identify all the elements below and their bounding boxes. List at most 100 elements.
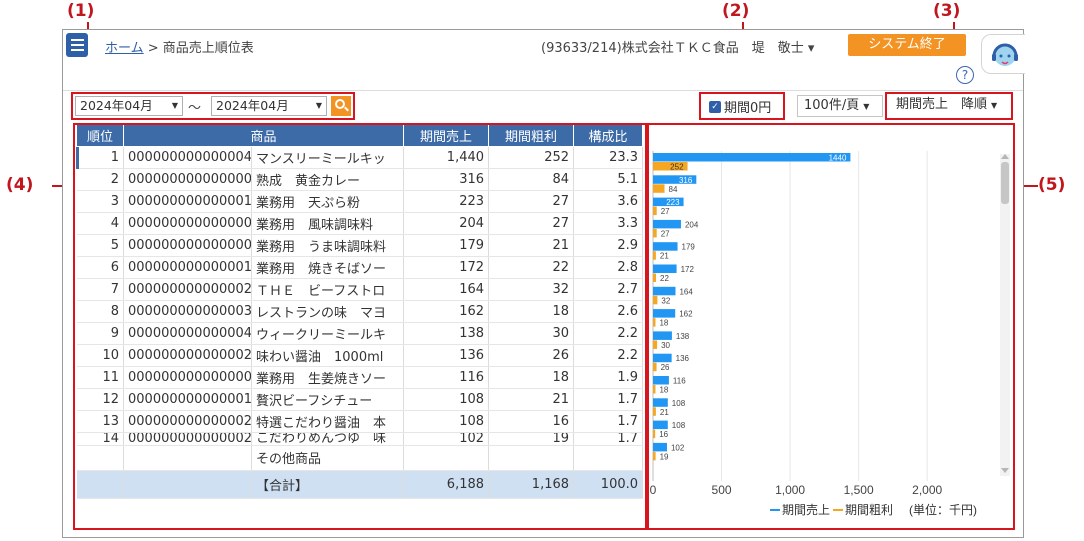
cell-profit: 27 [488,212,575,235]
chevron-down-icon: ▼ [315,101,322,110]
cell-rank: 2 [76,168,124,191]
date-to-value: 2024年04月 [216,98,289,113]
cell-profit: 19 [488,432,575,446]
sales-bar [653,264,677,273]
search-icon-handle [344,106,349,112]
cell-sales: 108 [403,388,490,411]
table-row[interactable]: 6 0000000000000010 業務用 焼きそばソー 172 22 2.8 [76,256,644,279]
cell-ratio: 1.7 [573,410,644,433]
table-body: 1 0000000000000044 マンスリーミールキッ 1,440 252 23.3 … [76,146,644,499]
table-row[interactable]: 2 0000000000000001 熟成 黄金カレー 316 84 5.1 [76,168,644,191]
cell-name: 業務用 生姜焼きソー [251,366,405,389]
cell-empty [76,445,124,471]
sales-data-label: 164 [679,287,693,296]
table-row[interactable]: 7 0000000000000020 ＴＨＥ ビーフストロ 164 32 2.7 [76,278,644,301]
cell-name: ＴＨＥ ビーフストロ [251,278,405,301]
cell-code: 0000000000000043 [123,322,252,345]
cell-rank: 10 [76,344,124,367]
sales-bar [653,398,668,407]
search-button[interactable] [331,96,351,116]
sales-data-label: 108 [672,421,686,430]
cell-ratio: 2.9 [573,234,644,257]
table-row[interactable]: 11 0000000000000009 業務用 生姜焼きソー 116 18 1.9 [76,366,644,389]
cell-profit: 30 [488,322,575,345]
callout-3: (3) [933,1,961,21]
cell-profit: 16 [488,410,575,433]
cell-rank: 9 [76,322,124,345]
sort-order-select[interactable]: 期間売上 降順 ▼ [892,95,1010,117]
cell-profit: 252 [488,146,575,169]
cell-name: マンスリーミールキッ [251,146,405,169]
callout-1: (1) [67,1,95,21]
other-products-row: その他商品 [76,445,644,471]
sales-data-label: 138 [676,332,690,341]
cell-profit: 21 [488,234,575,257]
cell-code: 0000000000000020 [123,278,252,301]
checkbox-checked-icon[interactable]: ✓ [709,100,721,113]
user-info-dropdown[interactable]: (93633/214)株式会社ＴＫＣ食品 堤 敬士 ▾ [541,37,814,56]
cell-sales: 316 [403,168,490,191]
chart-scrollbar-thumb[interactable] [1001,162,1009,204]
profit-data-label: 21 [660,252,669,261]
cell-code: 0000000000000028 [123,410,252,433]
cell-profit: 26 [488,344,575,367]
cell-rank: 5 [76,234,124,257]
header-product[interactable]: 商品 [122,125,405,147]
other-products-label: その他商品 [251,445,405,471]
profit-bar [653,184,665,193]
breadcrumb-home-link[interactable]: ホーム [105,41,144,56]
table-row[interactable]: 1 0000000000000044 マンスリーミールキッ 1,440 252 23.3 [76,146,644,169]
scroll-up-arrow-icon[interactable] [1000,152,1010,160]
sales-bar [653,353,672,363]
cell-rank: 13 [76,410,124,433]
table-row[interactable]: 10 0000000000000026 味わい醤油 1000ml 136 26 2.2 [76,344,644,367]
hamburger-menu-icon[interactable] [66,33,88,57]
table-row[interactable]: 8 0000000000000037 レストランの味 マヨ 162 18 2.6 [76,300,644,323]
profit-data-label: 30 [661,341,670,350]
date-from-select[interactable]: 2024年04月 ▼ [75,96,183,116]
cell-empty [403,445,490,471]
assistant-headset-icon [992,43,1018,66]
per-page-select[interactable]: 100件/頁 ▼ [797,95,883,117]
system-exit-button[interactable]: システム終了 [848,34,966,56]
sales-data-label: 179 [682,243,696,252]
header-profit[interactable]: 期間粗利 [488,125,575,147]
assistant-tab[interactable] [981,34,1025,74]
callout-4: (4) [6,175,34,195]
cell-sales: 116 [403,366,490,389]
cell-code: 0000000000000026 [123,344,252,367]
cell-ratio: 2.7 [573,278,644,301]
cell-code: 0000000000000044 [123,146,252,169]
header-bar: ホーム > 商品売上順位表 (93633/214)株式会社ＴＫＣ食品 堤 敬士 … [63,30,1023,62]
profit-bar [653,385,656,394]
cell-sales: 108 [403,410,490,433]
sales-data-label: 204 [685,220,699,229]
profit-bar [653,340,658,349]
cell-name: レストランの味 マヨ [251,300,405,323]
table-row[interactable]: 9 0000000000000043 ウィークリーミールキ 138 30 2.2 [76,322,644,345]
cell-rank: 12 [76,388,124,411]
date-to-select[interactable]: 2024年04月 ▼ [211,96,327,116]
sales-data-label: 136 [676,354,690,363]
profit-data-label: 19 [660,452,669,461]
cell-empty [488,445,575,471]
table-row[interactable]: 14 0000000000000023 こだわりめんつゆ 味 102 19 1.7 [76,432,644,446]
zero-amount-toggle[interactable]: ✓ 期間0円 [709,97,771,116]
cell-ratio: 23.3 [573,146,644,169]
chart-unit-label: (単位：千円) [909,502,977,517]
header-rank[interactable]: 順位 [76,125,124,147]
table-row[interactable]: 3 0000000000000013 業務用 天ぷら粉 223 27 3.6 [76,190,644,213]
cell-sales: 138 [403,322,490,345]
cell-empty [76,470,124,499]
sales-bar [653,153,851,162]
table-row[interactable]: 12 0000000000000017 贅沢ビーフシチュー 108 21 1.7 [76,388,644,411]
header-ratio[interactable]: 構成比 [573,125,644,147]
table-row[interactable]: 13 0000000000000028 特選こだわり醤油 本 108 16 1.7 [76,410,644,433]
table-row[interactable]: 5 0000000000000007 業務用 うま味調味料 179 21 2.9 [76,234,644,257]
profit-data-label: 27 [661,229,670,238]
help-icon[interactable]: ? [956,66,974,84]
scroll-down-arrow-icon[interactable] [1000,467,1010,475]
cell-rank: 11 [76,366,124,389]
header-sales[interactable]: 期間売上 [403,125,490,147]
table-row[interactable]: 4 0000000000000006 業務用 風味調味料 204 27 3.3 [76,212,644,235]
